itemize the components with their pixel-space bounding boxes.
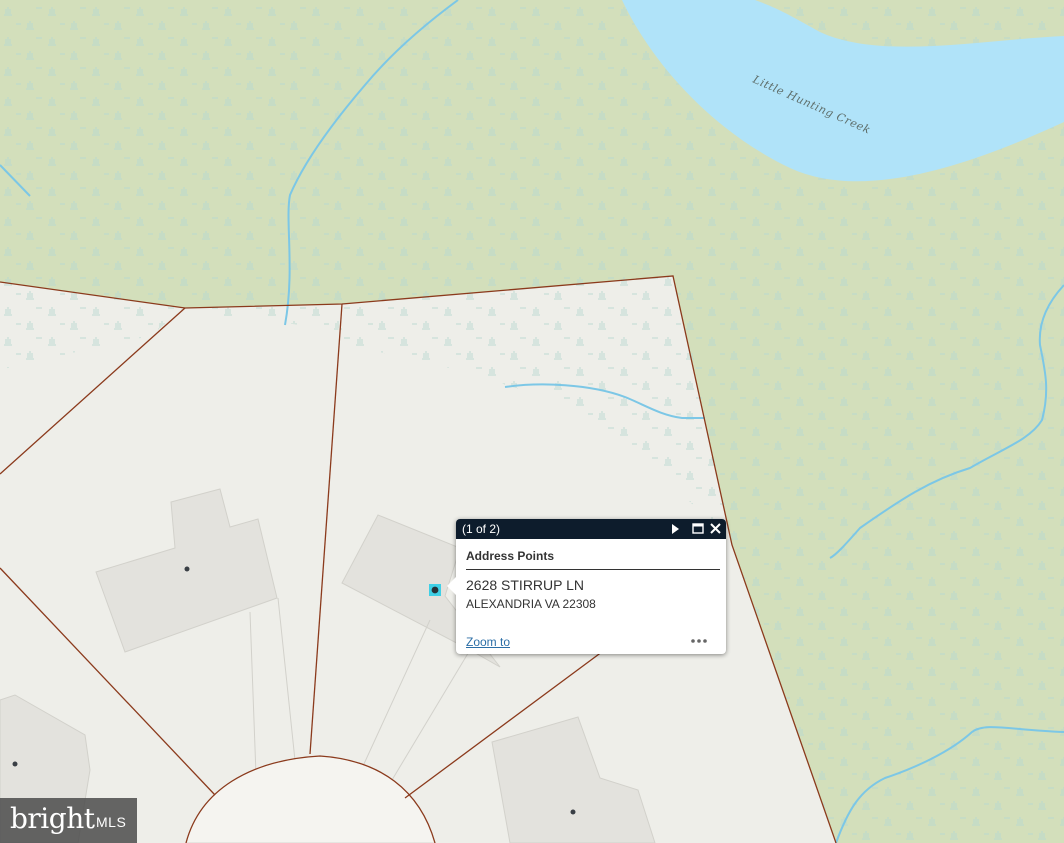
address-point[interactable] — [570, 809, 576, 815]
zoom-to-link[interactable]: Zoom to — [466, 635, 510, 649]
maximize-button[interactable] — [689, 519, 707, 539]
bright-mls-watermark: bright MLS — [0, 798, 137, 843]
popup-layer-title: Address Points — [466, 549, 555, 563]
address-line-2: ALEXANDRIA VA 22308 — [466, 597, 596, 611]
watermark-brand: bright — [10, 802, 95, 835]
popup-pointer — [447, 577, 456, 595]
address-point[interactable] — [184, 566, 190, 572]
address-point[interactable] — [12, 761, 18, 767]
close-button[interactable] — [707, 519, 725, 539]
popup-header: (1 of 2) — [456, 519, 726, 539]
next-feature-button[interactable] — [666, 519, 684, 539]
address-line-1: 2628 STIRRUP LN — [466, 577, 585, 593]
popup-feature-count: (1 of 2) — [462, 522, 501, 536]
map-canvas[interactable]: Little Hunting Creek — [0, 0, 1064, 843]
close-icon — [710, 523, 721, 534]
more-icon — [691, 639, 707, 643]
address-popup: (1 of 2) Address Points 2628 STIRRUP LN … — [447, 519, 726, 654]
maximize-icon — [692, 523, 704, 534]
play-icon — [672, 524, 679, 534]
watermark-sub: MLS — [96, 814, 127, 830]
selected-address-dot — [431, 586, 439, 594]
popup-divider — [466, 569, 720, 570]
more-actions-button[interactable] — [688, 631, 710, 647]
